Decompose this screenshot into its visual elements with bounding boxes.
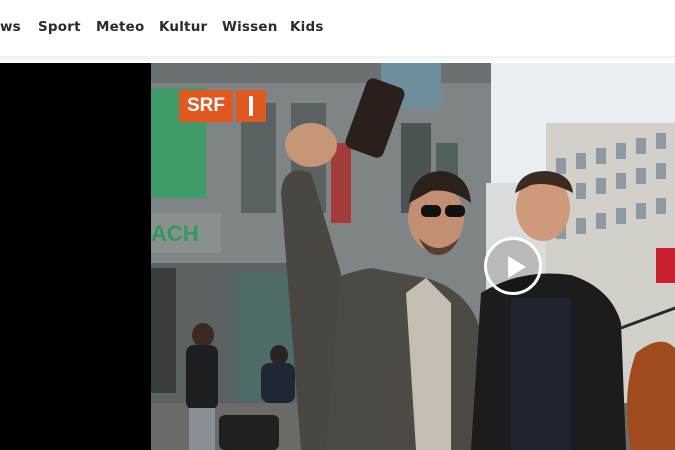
nav-item-wissen[interactable]: Wissen <box>222 19 278 35</box>
play-icon <box>508 256 526 278</box>
srf-logo-mark <box>236 90 266 122</box>
nav-item-news[interactable]: ws <box>0 19 21 35</box>
shop-sign-text: ACH <box>151 221 199 246</box>
nav-item-sport[interactable]: Sport <box>38 19 81 35</box>
nav-divider <box>0 56 675 63</box>
srf-logo: SRF <box>179 90 266 122</box>
play-button[interactable] <box>484 237 542 295</box>
top-navigation: ws Sport Meteo Kultur Wissen Kids <box>0 0 675 56</box>
srf-logo-text: SRF <box>179 90 233 122</box>
nav-item-kids[interactable]: Kids <box>290 19 324 35</box>
nav-item-kultur[interactable]: Kultur <box>159 19 207 35</box>
nav-item-meteo[interactable]: Meteo <box>96 19 144 35</box>
video-player[interactable]: ACH SRF <box>0 63 675 450</box>
